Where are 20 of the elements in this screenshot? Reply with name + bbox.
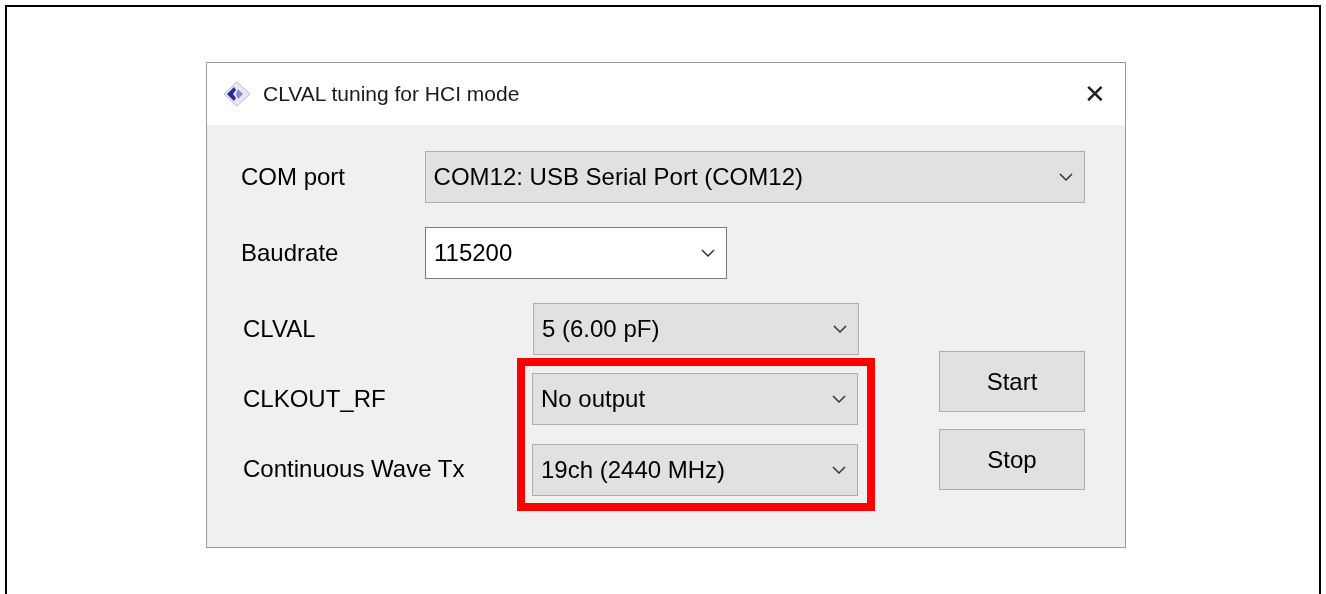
combo-field[interactable]: 115200: [425, 227, 727, 279]
window-title: CLVAL tuning for HCI mode: [263, 81, 520, 108]
action-button[interactable]: Start: [939, 351, 1085, 412]
field-label: Baudrate: [241, 238, 340, 268]
action-button[interactable]: Stop: [939, 429, 1085, 490]
field-label: CLKOUT_RF: [242, 384, 387, 414]
chevron-icon: [832, 324, 848, 334]
dropdown[interactable]: COM12: USB Serial Port (COM12): [424, 151, 1085, 203]
field-label: COM port: [241, 162, 346, 192]
dropdown[interactable]: 5 (6.00 pF): [533, 303, 859, 355]
chevron-icon: [831, 465, 847, 475]
dropdown[interactable]: 19ch (2440 MHz): [532, 444, 858, 496]
dropdown[interactable]: No output: [532, 373, 858, 425]
close-button[interactable]: ✕: [1065, 64, 1125, 124]
chevron-icon: [700, 248, 716, 258]
field-label: Continuous Wave Tx: [242, 454, 466, 484]
app-icon: [223, 81, 251, 107]
chevron-icon: [1058, 172, 1074, 182]
field-label: CLVAL: [242, 314, 317, 344]
chevron-icon: [831, 394, 847, 404]
